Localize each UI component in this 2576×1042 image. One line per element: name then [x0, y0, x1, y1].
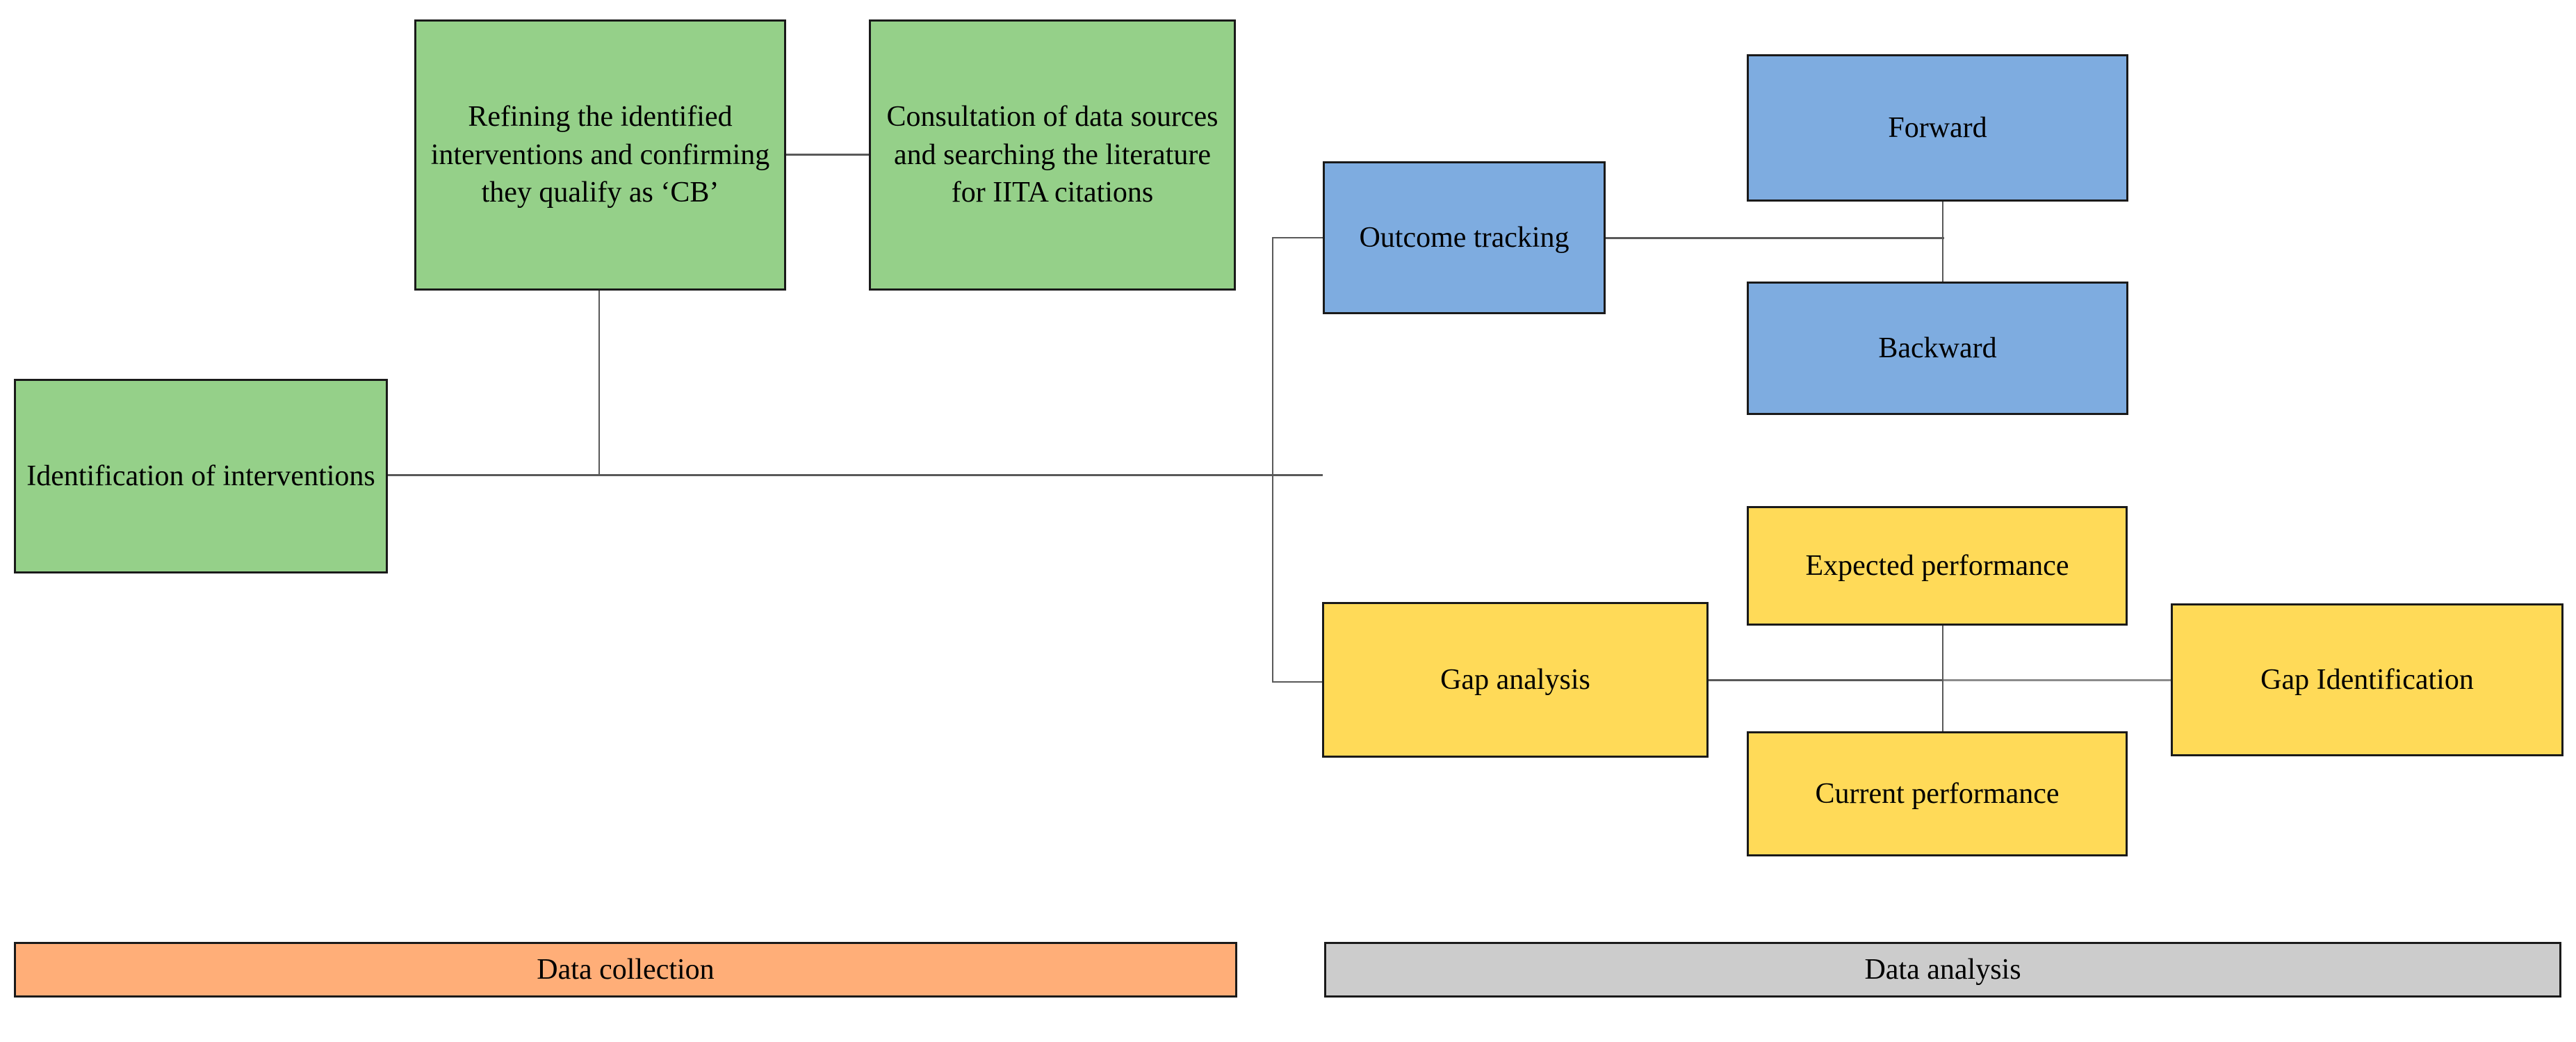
node-label: Consultation of data sources and searchi… — [886, 101, 1218, 209]
node-label: Refining the identified interventions an… — [430, 101, 770, 209]
node-label: Forward — [1888, 111, 1987, 144]
legend-bar-data-analysis: Data analysis — [1324, 942, 2561, 998]
node-expected-performance[interactable]: Expected performance — [1747, 506, 2128, 626]
node-label: Outcome tracking — [1359, 221, 1570, 254]
connector-gap-analysis-to-split — [1709, 679, 1945, 681]
node-label: Backward — [1878, 332, 1997, 364]
node-consultation-data-sources[interactable]: Consultation of data sources and searchi… — [869, 19, 1236, 291]
legend-bar-data-collection: Data collection — [14, 942, 1237, 998]
node-label: Gap Identification — [2260, 663, 2474, 696]
connector-refining-to-consultation — [786, 154, 869, 156]
connector-forward-backward-vertical — [1942, 202, 1943, 282]
connector-identification-main-horizontal — [388, 474, 1323, 476]
node-label: Gap analysis — [1440, 663, 1590, 696]
connector-outcome-tracking-to-split — [1606, 237, 1944, 239]
node-gap-identification[interactable]: Gap Identification — [2171, 603, 2563, 756]
flowchart-canvas: Identification of interventions Refining… — [0, 0, 2576, 1042]
node-label: Expected performance — [1805, 549, 2069, 582]
connector-split-to-gap-identification — [1943, 679, 2171, 681]
connector-main-vertical-trunk — [1272, 237, 1273, 683]
node-label: Identification of interventions — [26, 459, 375, 492]
node-gap-analysis[interactable]: Gap analysis — [1322, 602, 1709, 758]
legend-label: Data analysis — [1864, 953, 2021, 986]
connector-trunk-to-outcome-tracking — [1272, 237, 1324, 238]
node-refining-interventions[interactable]: Refining the identified interventions an… — [414, 19, 786, 291]
node-current-performance[interactable]: Current performance — [1747, 731, 2128, 856]
connector-refining-drop — [598, 291, 600, 475]
node-backward[interactable]: Backward — [1747, 282, 2128, 415]
connector-trunk-to-gap-analysis — [1272, 681, 1324, 683]
node-outcome-tracking[interactable]: Outcome tracking — [1323, 161, 1606, 314]
node-label: Current performance — [1815, 777, 2060, 810]
node-forward[interactable]: Forward — [1747, 54, 2128, 202]
node-identification-of-interventions[interactable]: Identification of interventions — [14, 379, 388, 573]
legend-label: Data collection — [537, 953, 715, 986]
